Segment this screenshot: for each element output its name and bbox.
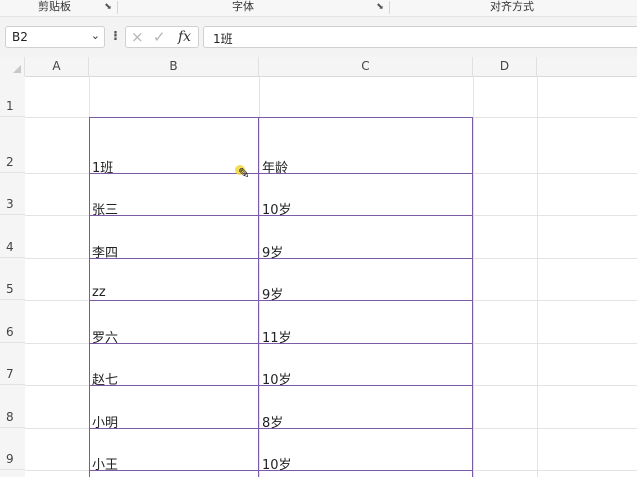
row-header-4[interactable]: 4 — [0, 215, 25, 258]
gridline — [473, 76, 474, 477]
row-header-2[interactable]: 2 — [0, 117, 25, 173]
table-border-left — [89, 117, 90, 477]
font-launcher-icon[interactable]: ⬊ — [375, 2, 385, 12]
cell-c8[interactable]: 8岁 — [262, 412, 283, 431]
cell-b6[interactable]: 罗六 — [92, 327, 118, 346]
column-header-a[interactable]: A — [25, 57, 89, 76]
cell-b4[interactable]: 李四 — [92, 242, 118, 261]
ribbon-separator — [389, 1, 390, 14]
name-box-value: B2 — [12, 30, 28, 44]
table-border-middle — [258, 117, 259, 477]
table-border-top — [89, 117, 473, 118]
column-header-d[interactable]: D — [473, 57, 537, 76]
cell-c2[interactable]: 年龄 — [262, 157, 288, 176]
cell-c7[interactable]: 10岁 — [262, 369, 292, 388]
ribbon-separator — [117, 1, 118, 14]
ribbon-group-labels: 剪贴板 ⬊ 字体 ⬊ 对齐方式 — [0, 0, 637, 17]
font-group-label: 字体 — [232, 0, 254, 13]
cancel-icon[interactable]: × — [131, 28, 144, 46]
row-header-7[interactable]: 7 — [0, 343, 25, 385]
column-header-c[interactable]: C — [259, 57, 473, 76]
formula-bar: B2 ⌄ ⁝ × ✓ fx 1班 — [0, 17, 637, 57]
select-all-icon — [13, 65, 21, 73]
formula-value: 1班 — [213, 32, 233, 46]
alignment-group-label: 对齐方式 — [490, 0, 534, 13]
insert-function-icon[interactable]: fx — [178, 29, 191, 45]
formula-input[interactable]: 1班 — [203, 26, 637, 48]
select-all-corner[interactable] — [0, 57, 25, 76]
column-header-row: A B C D — [0, 57, 637, 77]
pen-cursor-icon: ✎ — [238, 166, 250, 182]
column-header-b[interactable]: B — [89, 57, 259, 76]
row-header-10[interactable] — [0, 470, 25, 477]
cell-c9[interactable]: 10岁 — [262, 454, 292, 473]
cell-c6[interactable]: 11岁 — [262, 327, 292, 346]
formula-buttons: × ✓ fx — [125, 26, 199, 48]
cell-b8[interactable]: 小明 — [92, 412, 118, 431]
cell-b5[interactable]: zz — [92, 285, 106, 300]
row-header-6[interactable]: 6 — [0, 300, 25, 343]
row-header-1[interactable]: 1 — [0, 76, 25, 117]
cell-b7[interactable]: 赵七 — [92, 369, 118, 388]
row-header-3[interactable]: 3 — [0, 173, 25, 215]
clipboard-launcher-icon[interactable]: ⬊ — [103, 2, 113, 12]
cell-c3[interactable]: 10岁 — [262, 199, 292, 218]
row-header-5[interactable]: 5 — [0, 258, 25, 300]
cell-b9[interactable]: 小王 — [92, 454, 118, 473]
confirm-icon[interactable]: ✓ — [153, 28, 166, 46]
more-options-icon[interactable]: ⁝ — [113, 29, 118, 44]
gridline — [259, 76, 260, 477]
cell-c4[interactable]: 9岁 — [262, 242, 283, 261]
chevron-down-icon[interactable]: ⌄ — [91, 29, 100, 42]
cell-c5[interactable]: 9岁 — [262, 284, 283, 303]
gridline — [537, 76, 538, 477]
column-header-e[interactable] — [537, 57, 637, 76]
clipboard-group-label: 剪贴板 — [38, 0, 71, 13]
row-header-8[interactable]: 8 — [0, 385, 25, 428]
cell-b3[interactable]: 张三 — [92, 199, 118, 218]
cell-b2[interactable]: 1班 — [92, 157, 113, 176]
row-header-9[interactable]: 9 — [0, 428, 25, 470]
table-border-right — [472, 117, 473, 477]
name-box[interactable]: B2 ⌄ — [5, 26, 105, 48]
